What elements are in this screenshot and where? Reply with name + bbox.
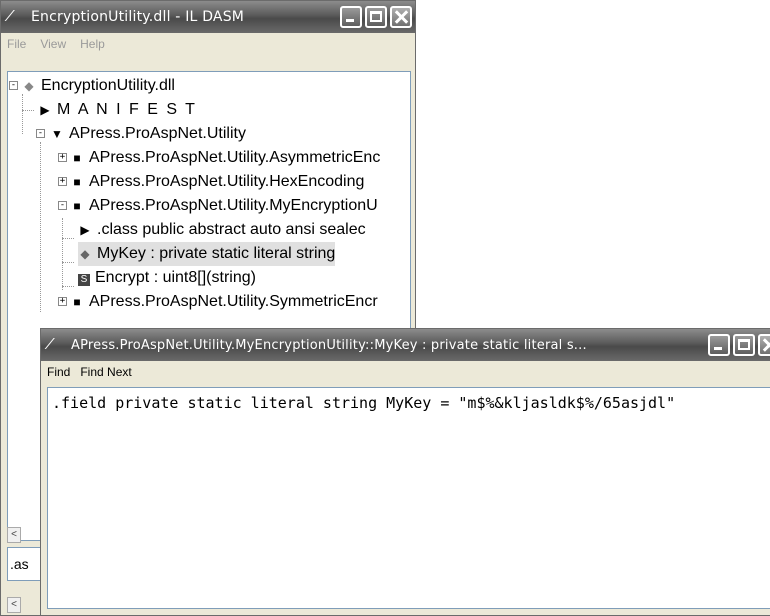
maximize-button[interactable] (733, 334, 755, 356)
main-window-title: EncryptionUtility.dll - IL DASM (31, 9, 245, 25)
member-label: Encrypt : uint8[](string) (95, 269, 256, 286)
tree-node-type-myencryption[interactable]: ■ APress.ProAspNet.Utility.MyEncryptionU (70, 194, 378, 218)
expand-symmetric-toggle[interactable]: + (58, 297, 67, 306)
tree-node-type-symmetric[interactable]: ■ APress.ProAspNet.Utility.SymmetricEncr (70, 290, 378, 314)
tree-node-root[interactable]: ◆ EncryptionUtility.dll (22, 74, 175, 98)
root-label: EncryptionUtility.dll (41, 77, 175, 94)
lower-scroll-left-button[interactable]: < (7, 597, 21, 613)
tree-node-mykey[interactable]: ◆ MyKey : private static literal string (78, 242, 336, 266)
type-label: APress.ProAspNet.Utility.AsymmetricEnc (89, 149, 381, 166)
close-button[interactable] (758, 334, 770, 356)
tree-scroll-left-button[interactable]: < (7, 527, 21, 543)
namespace-label: APress.ProAspNet.Utility (69, 125, 246, 142)
class-icon: ■ (73, 175, 81, 189)
menu-view[interactable]: View (40, 37, 66, 51)
static-field-icon: ◆ (80, 247, 90, 261)
static-method-icon: S (78, 274, 90, 286)
triangle-right-icon: ▶ (40, 103, 50, 117)
expand-hexencoding-toggle[interactable]: + (58, 177, 67, 186)
feather-icon: ∕ (9, 8, 12, 25)
tree-node-class-decl[interactable]: ▶ .class public abstract auto ansi sealec (78, 218, 366, 242)
collapse-myencryption-toggle[interactable]: - (58, 201, 67, 210)
expand-asymmetric-toggle[interactable]: + (58, 153, 67, 162)
detail-title-bar[interactable]: ∕ APress.ProAspNet.Utility.MyEncryptionU… (41, 329, 770, 361)
minimize-button[interactable] (340, 6, 362, 28)
manifest-label: M A N I F E S T (57, 101, 197, 118)
tree-node-type-asymmetric[interactable]: ■ APress.ProAspNet.Utility.AsymmetricEnc (70, 146, 380, 170)
detail-menu-bar: Find Find Next (41, 361, 770, 383)
member-label: .class public abstract auto ansi sealec (97, 221, 366, 238)
menu-help[interactable]: Help (80, 37, 105, 51)
tree-node-encrypt[interactable]: S Encrypt : uint8[](string) (78, 266, 256, 290)
type-label: APress.ProAspNet.Utility.HexEncoding (89, 173, 365, 190)
tree-node-namespace[interactable]: ▼ APress.ProAspNet.Utility (50, 122, 246, 146)
collapse-root-toggle[interactable]: - (9, 81, 18, 90)
menu-find[interactable]: Find (47, 365, 70, 379)
il-code-area[interactable]: .field private static literal string MyK… (47, 387, 770, 609)
member-label: MyKey : private static literal string (97, 245, 336, 262)
triangle-right-icon: ▶ (80, 223, 90, 237)
collapse-namespace-toggle[interactable]: - (36, 129, 45, 138)
il-code-text: .field private static literal string MyK… (52, 394, 676, 412)
tree-node-type-hexencoding[interactable]: ■ APress.ProAspNet.Utility.HexEncoding (70, 170, 364, 194)
member-detail-window: ∕ APress.ProAspNet.Utility.MyEncryptionU… (40, 328, 770, 616)
detail-window-title: APress.ProAspNet.Utility.MyEncryptionUti… (71, 337, 587, 353)
feather-icon: ∕ (49, 336, 52, 353)
class-icon: ■ (73, 151, 81, 165)
close-button[interactable] (390, 6, 412, 28)
minimize-button[interactable] (708, 334, 730, 356)
class-icon: ■ (73, 295, 81, 309)
maximize-button[interactable] (365, 6, 387, 28)
main-menu-bar: File View Help (1, 33, 415, 55)
tree-node-manifest[interactable]: ▶ M A N I F E S T (38, 98, 197, 122)
menu-find-next[interactable]: Find Next (80, 365, 131, 379)
shield-icon: ▼ (51, 127, 63, 141)
menu-file[interactable]: File (7, 37, 26, 51)
type-label: APress.ProAspNet.Utility.MyEncryptionU (89, 197, 378, 214)
type-label: APress.ProAspNet.Utility.SymmetricEncr (89, 293, 378, 310)
class-icon: ■ (73, 199, 81, 213)
diamond-icon: ◆ (24, 79, 34, 93)
main-title-bar[interactable]: ∕ EncryptionUtility.dll - IL DASM (1, 1, 415, 33)
